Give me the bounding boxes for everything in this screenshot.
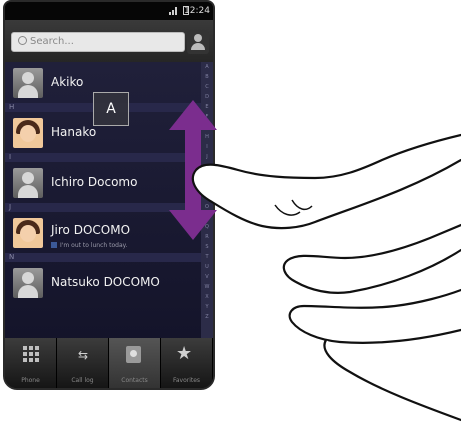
tab-label: Phone (21, 377, 40, 384)
star-icon: ★ (176, 343, 193, 364)
index-letter-popup: A (93, 92, 129, 126)
index-letter[interactable]: H (201, 132, 213, 142)
contacts-icon (126, 346, 141, 363)
index-letter[interactable]: P (201, 212, 213, 222)
index-letter[interactable]: M (201, 182, 213, 192)
status-time: 12:24 (184, 6, 210, 16)
contact-row-ichiro[interactable]: Ichiro Docomo (5, 162, 201, 203)
contact-name: Akiko (51, 75, 84, 89)
section-divider-n: N (5, 253, 201, 262)
index-letter[interactable]: V (201, 272, 213, 282)
index-letter[interactable]: L (201, 172, 213, 182)
tab-call-log[interactable]: ⇆ Call log (57, 338, 109, 388)
tab-contacts[interactable]: Contacts (109, 338, 161, 388)
index-letter[interactable]: J (201, 152, 213, 162)
index-letter[interactable]: Y (201, 302, 213, 312)
index-letter[interactable]: N (201, 192, 213, 202)
tab-label: Call log (71, 377, 94, 384)
index-letter[interactable]: Z (201, 312, 213, 322)
finger-hand-icon (191, 133, 461, 422)
index-letter[interactable]: S (201, 242, 213, 252)
call-log-icon: ⇆ (77, 348, 89, 362)
index-letter[interactable]: A (201, 62, 213, 72)
signal-icon (169, 6, 178, 15)
contact-name: Natsuko DOCOMO (51, 275, 160, 289)
tab-label: Favorites (172, 377, 201, 384)
index-letter[interactable]: R (201, 232, 213, 242)
facebook-icon (51, 242, 57, 248)
index-letter[interactable]: Q (201, 222, 213, 232)
contact-photo (13, 218, 43, 248)
contact-status: I'm out to lunch today. (51, 242, 127, 249)
contact-row-jiro[interactable]: Jiro DOCOMO I'm out to lunch today. (5, 212, 201, 253)
contact-photo-placeholder (13, 168, 43, 198)
add-contact-button[interactable] (187, 30, 209, 54)
section-divider-j: J (5, 203, 201, 212)
index-letter[interactable]: B (201, 72, 213, 82)
phone-screen: 12:24 Search... Akiko H Hanako I Ichiro … (3, 0, 215, 390)
index-letter[interactable]: K (201, 162, 213, 172)
index-letter[interactable]: F (201, 112, 213, 122)
contact-name: Ichiro Docomo (51, 175, 138, 189)
tab-bar: Phone ⇆ Call log Contacts ★ Favorites (5, 338, 213, 388)
index-letter[interactable]: C (201, 82, 213, 92)
section-divider-i: I (5, 153, 201, 162)
index-letter[interactable]: X (201, 292, 213, 302)
search-input[interactable]: Search... (11, 32, 185, 52)
index-letter[interactable]: W (201, 282, 213, 292)
contact-name: Jiro DOCOMO (51, 223, 131, 237)
index-letter[interactable]: D (201, 92, 213, 102)
alphabet-index-scrollbar[interactable]: ABCDEFGHIJKLMNOPQRSTUVWXYZ (201, 62, 213, 342)
tab-label: Contacts (121, 377, 148, 384)
tab-favorites[interactable]: ★ Favorites (161, 338, 213, 388)
index-letter[interactable]: E (201, 102, 213, 112)
index-letter[interactable]: G (201, 122, 213, 132)
search-icon (18, 36, 27, 45)
contact-photo-placeholder (13, 68, 43, 98)
person-icon (194, 34, 202, 42)
search-bar: Search... (5, 20, 213, 62)
search-placeholder: Search... (30, 36, 74, 47)
contact-photo (13, 118, 43, 148)
index-letter[interactable]: T (201, 252, 213, 262)
contact-row-natsuko[interactable]: Natsuko DOCOMO (5, 262, 201, 303)
status-bar: 12:24 (5, 2, 213, 20)
index-letter[interactable]: O (201, 202, 213, 212)
dialpad-icon (23, 346, 39, 362)
tab-phone[interactable]: Phone (5, 338, 57, 388)
contact-name: Hanako (51, 125, 97, 139)
index-letter[interactable]: I (201, 142, 213, 152)
contact-photo-placeholder (13, 268, 43, 298)
index-letter[interactable]: U (201, 262, 213, 272)
